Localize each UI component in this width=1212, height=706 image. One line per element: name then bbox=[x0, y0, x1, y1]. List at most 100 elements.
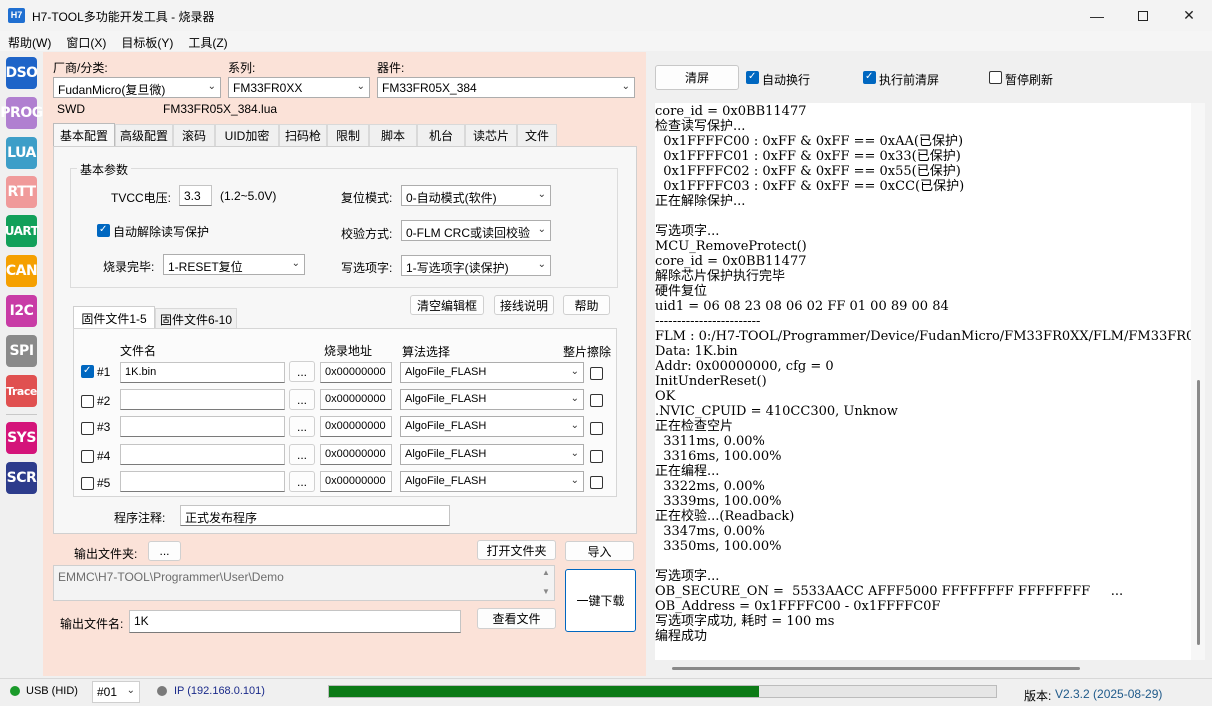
row-2-erase-checkbox[interactable] bbox=[590, 394, 603, 407]
output-path-textarea[interactable]: EMMC\H7-TOOL\Programmer\User\Demo bbox=[53, 565, 555, 601]
row-3-erase-checkbox[interactable] bbox=[590, 422, 603, 435]
row-2-file-input[interactable] bbox=[120, 389, 285, 410]
sidebar-sys[interactable]: SYS bbox=[6, 422, 37, 454]
row-5-address-input[interactable]: 0x00000000 bbox=[320, 471, 392, 492]
sidebar-trace[interactable]: Trace bbox=[6, 375, 37, 407]
series-select[interactable]: FM33FR0XX ⌄ bbox=[228, 77, 370, 98]
row-2-algo-select[interactable]: AlgoFile_FLASH ⌄ bbox=[400, 389, 584, 410]
row-2-checkbox[interactable] bbox=[81, 395, 94, 408]
row-1-browse-button[interactable]: ... bbox=[289, 361, 315, 382]
row-3-checkbox[interactable] bbox=[81, 422, 94, 435]
row-1-file-input[interactable]: 1K.bin bbox=[120, 362, 285, 383]
tab-basic-config[interactable]: 基本配置 bbox=[53, 123, 115, 146]
row-4-erase-checkbox[interactable] bbox=[590, 450, 603, 463]
after-program-select[interactable]: 1-RESET复位 ⌄ bbox=[163, 254, 305, 275]
wiring-guide-button[interactable]: 接线说明 bbox=[494, 295, 554, 315]
sidebar-rtt[interactable]: RTT bbox=[6, 176, 37, 208]
row-1-algo-select[interactable]: AlgoFile_FLASH ⌄ bbox=[400, 362, 584, 383]
sidebar-dso[interactable]: DSO bbox=[5, 57, 38, 89]
console-scroll-thumb[interactable] bbox=[1197, 380, 1200, 645]
sidebar-prog[interactable]: PROG bbox=[0, 97, 43, 129]
tab-script[interactable]: 脚本 bbox=[369, 124, 417, 146]
row-5-checkbox[interactable] bbox=[81, 477, 94, 490]
col-algorithm: 算法选择 bbox=[402, 345, 451, 359]
clear-screen-button[interactable]: 清屏 bbox=[655, 65, 739, 90]
row-5-file-input[interactable] bbox=[120, 471, 285, 492]
sidebar-spi[interactable]: SPI bbox=[6, 335, 37, 367]
option-byte-select[interactable]: 1-写选项字(读保护) ⌄ bbox=[401, 255, 551, 276]
row-5-browse-button[interactable]: ... bbox=[289, 471, 315, 492]
output-folder-browse-button[interactable]: ... bbox=[148, 541, 181, 561]
row-1-address-input[interactable]: 0x00000000 bbox=[320, 362, 392, 383]
maximize-button[interactable] bbox=[1120, 0, 1166, 31]
output-filename-input[interactable]: 1K bbox=[129, 610, 461, 633]
row-4-checkbox[interactable] bbox=[81, 450, 94, 463]
console-hscroll-thumb[interactable] bbox=[672, 667, 1080, 670]
port-select[interactable]: #01 ⌄ bbox=[92, 681, 140, 703]
close-button[interactable]: ✕ bbox=[1166, 0, 1212, 31]
tab-file[interactable]: 文件 bbox=[517, 124, 557, 146]
row-1-checkbox[interactable] bbox=[81, 365, 94, 378]
row-2-id: #2 bbox=[97, 394, 111, 408]
sidebar-can[interactable]: CAN bbox=[6, 255, 38, 287]
row-3-browse-button[interactable]: ... bbox=[289, 416, 315, 437]
open-folder-button[interactable]: 打开文件夹 bbox=[477, 540, 556, 560]
menu-window[interactable]: 窗口(X) bbox=[58, 31, 113, 51]
one-click-download-button[interactable]: 一键下载 bbox=[565, 569, 636, 632]
minimize-button[interactable]: — bbox=[1074, 0, 1120, 31]
row-4-address-input[interactable]: 0x00000000 bbox=[320, 444, 392, 465]
menu-target-board[interactable]: 目标板(Y) bbox=[113, 31, 180, 51]
tab-machine[interactable]: 机台 bbox=[417, 124, 465, 146]
row-3-file-input[interactable] bbox=[120, 416, 285, 437]
sidebar-i2c[interactable]: I2C bbox=[6, 295, 37, 327]
chevron-down-icon: ⌄ bbox=[621, 81, 630, 92]
sidebar-uart[interactable]: UART bbox=[5, 215, 39, 247]
scroll-down-icon[interactable]: ▼ bbox=[542, 587, 550, 596]
tab-firmware-6-10[interactable]: 固件文件6-10 bbox=[155, 308, 237, 329]
progress-fill bbox=[329, 686, 759, 697]
row-4-algo-select[interactable]: AlgoFile_FLASH ⌄ bbox=[400, 444, 584, 465]
reset-mode-select[interactable]: 0-自动模式(软件) ⌄ bbox=[401, 185, 551, 206]
pause-refresh-checkbox[interactable] bbox=[989, 71, 1002, 84]
view-file-button[interactable]: 查看文件 bbox=[477, 608, 556, 629]
row-4-file-input[interactable] bbox=[120, 444, 285, 465]
row-1-erase-checkbox[interactable] bbox=[590, 367, 603, 380]
row-2-browse-button[interactable]: ... bbox=[289, 389, 315, 410]
row-2-address-input[interactable]: 0x00000000 bbox=[320, 389, 392, 410]
usb-status-dot bbox=[10, 686, 20, 696]
console-output[interactable]: core_id = 0x0BB11477 检查读写保护... 0x1FFFFC0… bbox=[655, 103, 1191, 660]
auto-unprotect-checkbox[interactable] bbox=[97, 224, 110, 237]
auto-wrap-checkbox[interactable] bbox=[746, 71, 759, 84]
chevron-down-icon: ⌄ bbox=[291, 258, 300, 269]
menu-help[interactable]: 帮助(W) bbox=[0, 31, 58, 51]
tab-rolling-code[interactable]: 滚码 bbox=[173, 124, 215, 146]
vendor-select[interactable]: FudanMicro(复旦微) ⌄ bbox=[53, 77, 221, 98]
close-icon: ✕ bbox=[1183, 7, 1195, 23]
import-button[interactable]: 导入 bbox=[565, 541, 634, 561]
scroll-up-icon[interactable]: ▲ bbox=[542, 568, 550, 577]
tab-scanner[interactable]: 扫码枪 bbox=[279, 124, 327, 146]
program-note-input[interactable]: 正式发布程序 bbox=[180, 505, 450, 526]
tab-advanced-config[interactable]: 高级配置 bbox=[115, 124, 173, 146]
tab-uid-encrypt[interactable]: UID加密 bbox=[215, 124, 279, 146]
part-select[interactable]: FM33FR05X_384 ⌄ bbox=[377, 77, 635, 98]
row-3-algo-select[interactable]: AlgoFile_FLASH ⌄ bbox=[400, 416, 584, 437]
tab-firmware-1-5[interactable]: 固件文件1-5 bbox=[73, 306, 155, 329]
tab-read-chip[interactable]: 读芯片 bbox=[465, 124, 517, 146]
tvcc-input[interactable]: 3.3 bbox=[179, 185, 212, 206]
clear-edit-button[interactable]: 清空编辑框 bbox=[410, 295, 484, 315]
verify-select[interactable]: 0-FLM CRC或读回校验 ⌄ bbox=[401, 220, 551, 241]
basic-params-title: 基本参数 bbox=[77, 161, 132, 178]
clear-before-run-checkbox[interactable] bbox=[863, 71, 876, 84]
lua-file-text: FM33FR05X_384.lua bbox=[163, 102, 278, 116]
sidebar-lua[interactable]: LUA bbox=[6, 137, 37, 169]
row-5-algo-select[interactable]: AlgoFile_FLASH ⌄ bbox=[400, 471, 584, 492]
row-4-browse-button[interactable]: ... bbox=[289, 444, 315, 465]
row-3-address-input[interactable]: 0x00000000 bbox=[320, 416, 392, 437]
help-button[interactable]: 帮助 bbox=[563, 295, 610, 315]
sidebar-scr[interactable]: SCR bbox=[6, 462, 37, 494]
tab-limit[interactable]: 限制 bbox=[327, 124, 369, 146]
row-5-erase-checkbox[interactable] bbox=[590, 476, 603, 489]
menu-tools[interactable]: 工具(Z) bbox=[180, 31, 234, 51]
chevron-down-icon: ⌄ bbox=[356, 81, 365, 92]
